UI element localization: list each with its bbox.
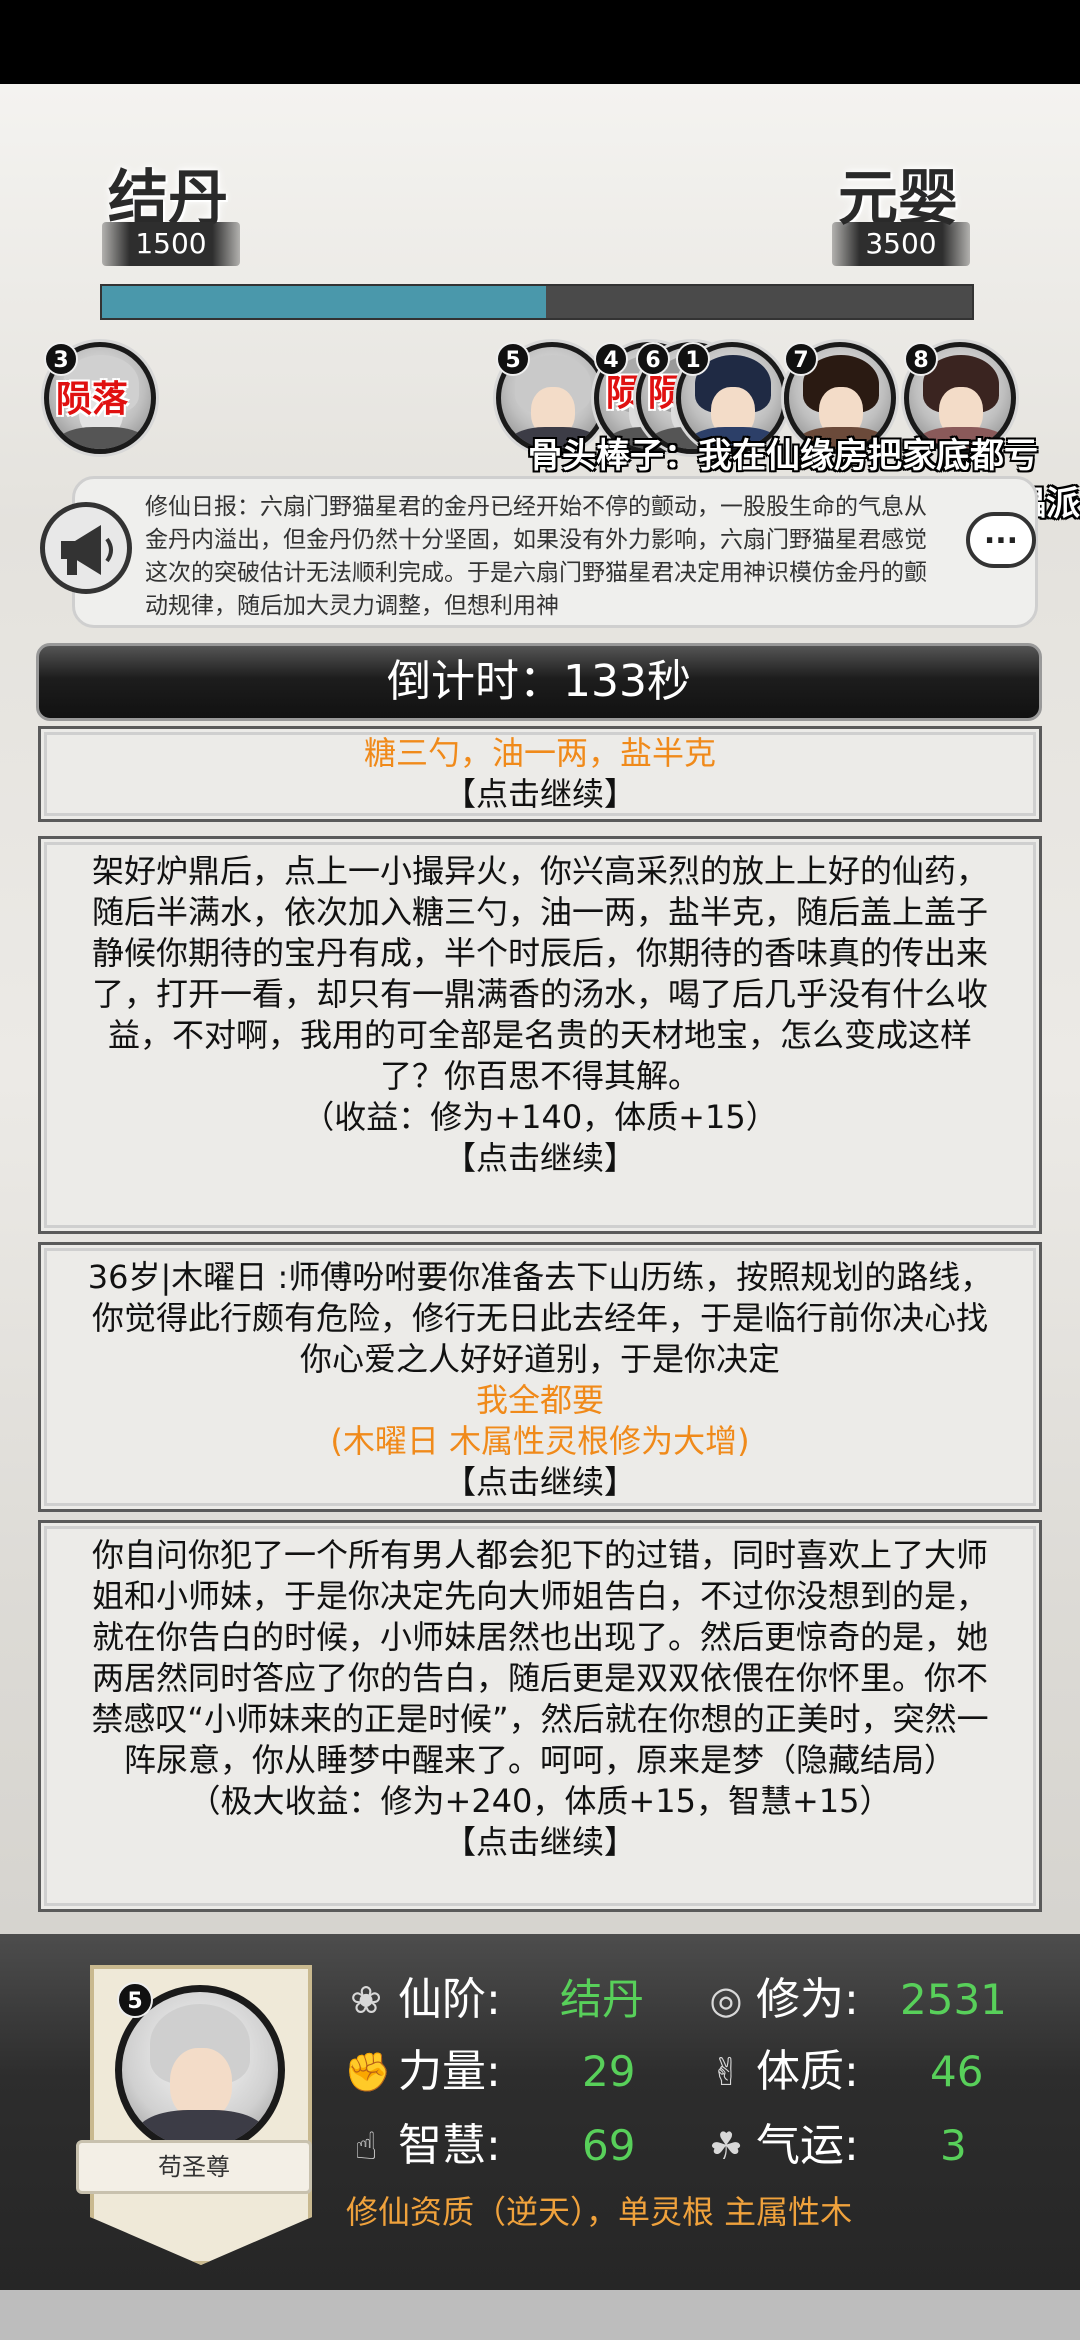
wisdom-icon: ☝ xyxy=(354,2124,378,2168)
realm-icon: ❀ xyxy=(350,1978,382,2022)
chat-icon[interactable]: ... xyxy=(966,512,1036,568)
character-name: 苟圣尊 xyxy=(76,2140,312,2194)
story-text: 架好炉鼎后，点上一小撮异火，你兴高采烈的放上上好的仙药，随后半满水，依次加入糖三… xyxy=(91,852,988,1095)
rank-badge: 5 xyxy=(496,342,530,376)
luck-label: 气运: xyxy=(756,2120,859,2171)
countdown-timer: 倒计时：133秒 xyxy=(36,643,1042,721)
rank-badge: 1 xyxy=(676,342,710,376)
continue-button[interactable]: 【点击继续】 xyxy=(85,1462,995,1503)
story-text: 你自问你犯了一个所有男人都会犯下的过错，同时喜欢上了大师姐和小师妹，于是你决定先… xyxy=(91,1536,989,1779)
navigation-bar xyxy=(0,2290,1080,2340)
story-card[interactable]: 糖三勺，油一两，盐半克 【点击继续】 xyxy=(38,726,1042,822)
luck-icon: ☘ xyxy=(708,2124,744,2168)
story-card[interactable]: 架好炉鼎后，点上一小撮异火，你兴高采烈的放上上好的仙药，随后半满水，依次加入糖三… xyxy=(38,836,1042,1234)
wisdom-value: 69 xyxy=(582,2121,636,2170)
wisdom-label: 智慧: xyxy=(398,2120,501,2171)
story-card[interactable]: 36岁|木曜日 :师傅吩咐要你准备去下山历练，按照规划的路线，你觉得此行颇有危险… xyxy=(38,1242,1042,1512)
character-rank-badge: 5 xyxy=(117,1982,153,2018)
story-bonus: (木曜日 木属性灵根修为大增) xyxy=(330,1422,750,1460)
continue-button[interactable]: 【点击继续】 xyxy=(85,774,995,815)
constitution-icon: ✌ xyxy=(710,2050,742,2094)
luck-value: 3 xyxy=(940,2121,967,2170)
strength-icon: ✊ xyxy=(344,2050,392,2094)
continue-button[interactable]: 【点击继续】 xyxy=(85,1822,995,1863)
cultivation-icon: ◎ xyxy=(709,1978,743,2022)
progress-fill xyxy=(102,286,546,318)
cultivation-progress-bar xyxy=(100,284,974,320)
fallen-label: 陨落 xyxy=(56,379,129,420)
story-card[interactable]: 你自问你犯了一个所有男人都会犯下的过错，同时喜欢上了大师姐和小师妹，于是你决定先… xyxy=(38,1520,1042,1912)
strength-value: 29 xyxy=(582,2047,636,2096)
constitution-value: 46 xyxy=(930,2047,984,2096)
continue-button[interactable]: 【点击继续】 xyxy=(85,1138,995,1179)
cultivation-label: 修为: xyxy=(756,1974,859,2025)
megaphone-glyph xyxy=(61,525,113,575)
megaphone-icon xyxy=(40,502,132,594)
strength-label: 力量: xyxy=(398,2046,501,2097)
story-highlight: 糖三勺，油一两，盐半克 xyxy=(363,734,716,772)
realm-value: 结丹 xyxy=(560,1975,645,2024)
cultivation-value: 2531 xyxy=(900,1975,1007,2024)
rank-badge: 7 xyxy=(784,342,818,376)
rank-badge: 8 xyxy=(904,342,938,376)
constitution-label: 体质: xyxy=(756,2046,859,2097)
daily-report-text: 修仙日报：六扇门野猫星君的金丹已经开始不停的颤动，一股股生命的气息从金丹内溢出，… xyxy=(145,494,927,619)
realm-label: 仙阶: xyxy=(398,1974,501,2025)
aptitude-text: 修仙资质（逆天），单灵根 主属性木 xyxy=(346,2193,853,2231)
story-choice: 我全都要 xyxy=(475,1381,604,1419)
barrage-message: 骨头棒子：我在仙缘房把家底都亏 xyxy=(528,436,1038,476)
story-text: 36岁|木曜日 :师傅吩咐要你准备去下山历练，按照规划的路线，你觉得此行颇有危险… xyxy=(87,1258,993,1378)
daily-report[interactable]: 修仙日报：六扇门野猫星君的金丹已经开始不停的颤动，一股股生命的气息从金丹内溢出，… xyxy=(72,476,1038,628)
current-realm-value: 1500 xyxy=(102,222,240,266)
story-reward: （收益：修为+140，体质+15） xyxy=(302,1098,778,1136)
status-bar xyxy=(0,0,1080,84)
next-realm-value: 3500 xyxy=(832,222,970,266)
story-reward: （极大收益：修为+240，体质+15，智慧+15） xyxy=(188,1782,892,1820)
